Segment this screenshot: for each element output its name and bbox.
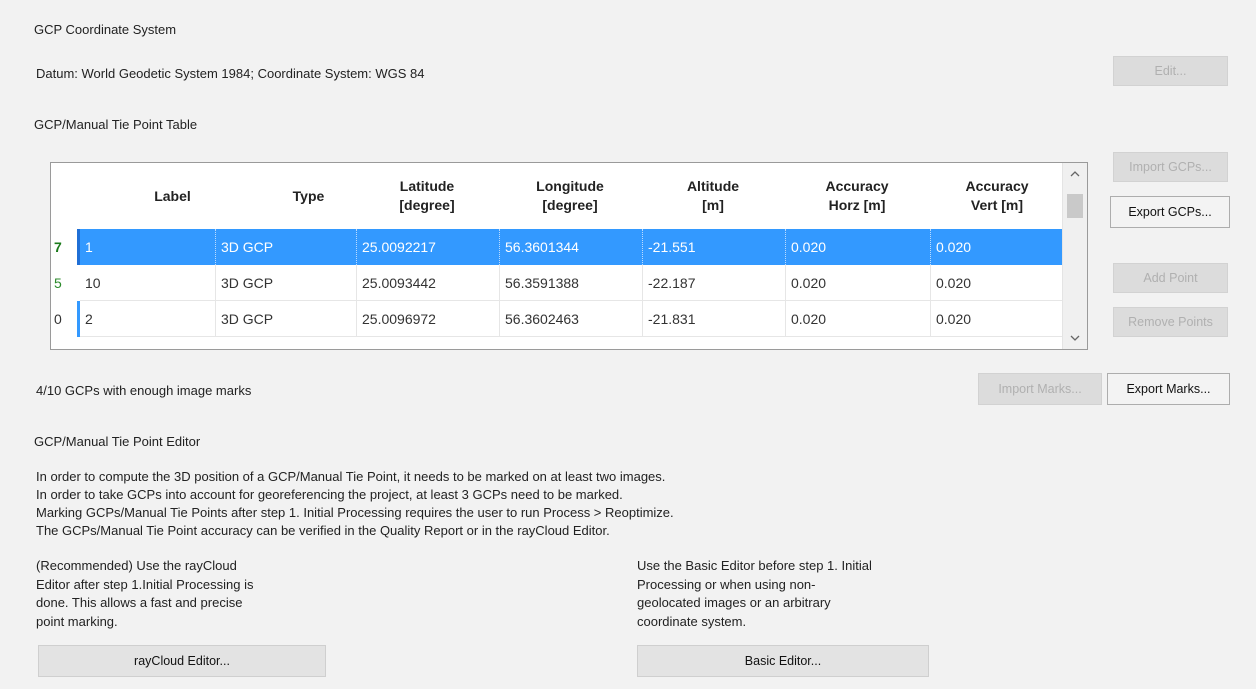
raycloud-description-line: done. This allows a fast and precise bbox=[36, 595, 243, 610]
editor-info-line: In order to take GCPs into account for g… bbox=[36, 487, 623, 502]
cell-accuracy-horz[interactable]: 0.020 bbox=[786, 265, 931, 301]
chevron-down-icon[interactable] bbox=[1063, 329, 1087, 347]
editor-info-line: The GCPs/Manual Tie Point accuracy can b… bbox=[36, 523, 610, 538]
basic-description-line: Use the Basic Editor before step 1. Init… bbox=[637, 558, 872, 573]
table-header: Label Type Latitude [degree] Longitude [de… bbox=[51, 163, 1063, 229]
cell-type[interactable]: 3D GCP bbox=[216, 229, 357, 265]
column-header-longitude[interactable]: Longitude [degree] bbox=[500, 163, 640, 229]
gcp-table[interactable]: Label Type Latitude [degree] Longitude [de… bbox=[50, 162, 1088, 350]
cell-type[interactable]: 3D GCP bbox=[216, 265, 357, 301]
raycloud-description-line: (Recommended) Use the rayCloud bbox=[36, 558, 237, 573]
basic-editor-button[interactable]: Basic Editor... bbox=[637, 645, 929, 677]
cell-latitude[interactable]: 25.0093442 bbox=[357, 265, 500, 301]
table-row[interactable]: 7 1 3D GCP 25.0092217 56.3601344 -21.551… bbox=[51, 229, 1063, 265]
editor-info-line: In order to compute the 3D position of a… bbox=[36, 469, 666, 484]
basic-description: Use the Basic Editor before step 1. Init… bbox=[637, 557, 872, 631]
export-gcps-button[interactable]: Export GCPs... bbox=[1110, 196, 1230, 228]
table-scrollbar[interactable] bbox=[1062, 163, 1087, 349]
basic-description-line: Processing or when using non- bbox=[637, 576, 816, 592]
column-header-accuracy-vert[interactable]: Accuracy Vert [m] bbox=[931, 163, 1063, 229]
cell-accuracy-horz[interactable]: 0.020 bbox=[786, 301, 931, 337]
column-header-altitude[interactable]: Altitude [m] bbox=[643, 163, 783, 229]
cell-accuracy-vert[interactable]: 0.020 bbox=[931, 265, 1063, 301]
raycloud-description-line: Editor after step 1.Initial Processing i… bbox=[36, 576, 254, 592]
cell-type[interactable]: 3D GCP bbox=[216, 301, 357, 337]
import-marks-button[interactable]: Import Marks... bbox=[978, 373, 1102, 405]
cell-label[interactable]: 2 bbox=[80, 301, 216, 337]
cell-longitude[interactable]: 56.3601344 bbox=[500, 229, 643, 265]
edit-coord-system-button[interactable]: Edit... bbox=[1113, 56, 1228, 86]
table-heading: GCP/Manual Tie Point Table bbox=[34, 117, 198, 132]
cell-altitude[interactable]: -22.187 bbox=[643, 265, 786, 301]
cell-longitude[interactable]: 56.3591388 bbox=[500, 265, 643, 301]
scrollbar-thumb[interactable] bbox=[1067, 194, 1083, 218]
column-header-latitude[interactable]: Latitude [degree] bbox=[357, 163, 497, 229]
editor-info-line: Marking GCPs/Manual Tie Points after ste… bbox=[36, 505, 674, 520]
row-index: 5 bbox=[54, 275, 62, 291]
column-header-accuracy-horz[interactable]: Accuracy Horz [m] bbox=[786, 163, 928, 229]
editor-info: In order to compute the 3D position of a… bbox=[36, 468, 674, 540]
cell-latitude[interactable]: 25.0092217 bbox=[357, 229, 500, 265]
cell-label[interactable]: 10 bbox=[80, 265, 216, 301]
basic-description-line: coordinate system. bbox=[637, 613, 747, 629]
datum-text: Datum: World Geodetic System 1984; Coord… bbox=[36, 66, 425, 81]
cell-accuracy-vert[interactable]: 0.020 bbox=[931, 229, 1063, 265]
export-marks-button[interactable]: Export Marks... bbox=[1107, 373, 1230, 405]
table-row[interactable]: 5 10 3D GCP 25.0093442 56.3591388 -22.18… bbox=[51, 265, 1063, 301]
cell-accuracy-vert[interactable]: 0.020 bbox=[931, 301, 1063, 337]
marks-status-text: 4/10 GCPs with enough image marks bbox=[36, 383, 252, 398]
raycloud-description-line: point marking. bbox=[36, 613, 118, 629]
cell-label[interactable]: 1 bbox=[80, 229, 216, 265]
cell-accuracy-horz[interactable]: 0.020 bbox=[786, 229, 931, 265]
raycloud-description: (Recommended) Use the rayCloud Editor af… bbox=[36, 557, 254, 631]
row-index: 7 bbox=[51, 229, 77, 265]
coord-system-heading: GCP Coordinate System bbox=[34, 22, 177, 37]
cell-altitude[interactable]: -21.831 bbox=[643, 301, 786, 337]
remove-points-button[interactable]: Remove Points bbox=[1113, 307, 1228, 337]
cell-latitude[interactable]: 25.0096972 bbox=[357, 301, 500, 337]
add-point-button[interactable]: Add Point bbox=[1113, 263, 1228, 293]
table-row[interactable]: 0 2 3D GCP 25.0096972 56.3602463 -21.831… bbox=[51, 301, 1063, 337]
chevron-up-icon[interactable] bbox=[1063, 165, 1087, 183]
cell-altitude[interactable]: -21.551 bbox=[643, 229, 786, 265]
editor-heading: GCP/Manual Tie Point Editor bbox=[34, 434, 201, 449]
row-index: 0 bbox=[54, 311, 62, 327]
basic-description-line: geolocated images or an arbitrary bbox=[637, 595, 831, 610]
raycloud-editor-button[interactable]: rayCloud Editor... bbox=[38, 645, 326, 677]
import-gcps-button[interactable]: Import GCPs... bbox=[1113, 152, 1228, 182]
cell-longitude[interactable]: 56.3602463 bbox=[500, 301, 643, 337]
